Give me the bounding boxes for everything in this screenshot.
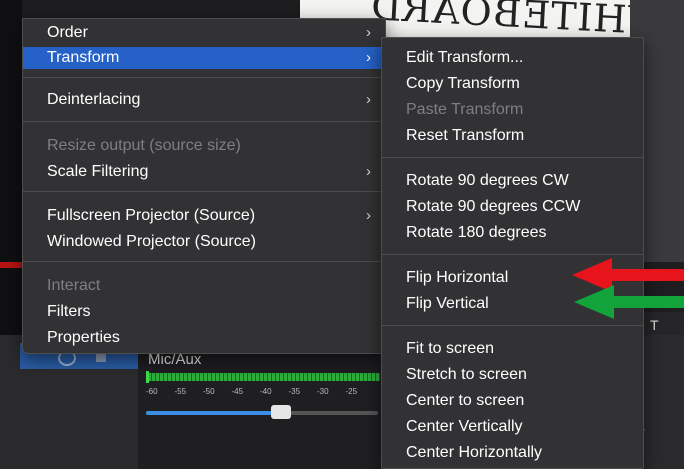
submenu-item-center-horizontally[interactable]: Center Horizontally bbox=[382, 442, 643, 464]
submenu-item-label: Flip Vertical bbox=[406, 295, 489, 312]
menu-item-transform[interactable]: Transform › bbox=[23, 47, 385, 69]
submenu-item-label: Center Horizontally bbox=[406, 444, 543, 461]
volume-slider[interactable] bbox=[146, 405, 378, 419]
submenu-item-center-to-screen[interactable]: Center to screen bbox=[382, 390, 643, 412]
volume-slider-fill bbox=[146, 411, 281, 415]
menu-separator bbox=[382, 157, 643, 158]
submenu-item-label: Paste Transform bbox=[406, 101, 524, 118]
background-label-t: T bbox=[650, 317, 659, 333]
volume-slider-knob[interactable] bbox=[270, 405, 291, 419]
submenu-item-fit-to-screen[interactable]: Fit to screen bbox=[382, 338, 643, 360]
menu-item-label: Resize output (source size) bbox=[47, 137, 241, 154]
meter-tick-label: -40 bbox=[260, 387, 272, 396]
submenu-item-label: Flip Horizontal bbox=[406, 269, 509, 286]
submenu-item-rotate-90-ccw[interactable]: Rotate 90 degrees CCW bbox=[382, 196, 643, 218]
menu-item-filters[interactable]: Filters bbox=[23, 301, 385, 323]
volume-meter-peak bbox=[146, 371, 149, 383]
submenu-item-rotate-90-cw[interactable]: Rotate 90 degrees CW bbox=[382, 170, 643, 192]
source-context-menu: Order › Transform › Deinterlacing › Resi… bbox=[22, 18, 386, 354]
submenu-item-stretch-to-screen[interactable]: Stretch to screen bbox=[382, 364, 643, 386]
menu-separator bbox=[382, 325, 643, 326]
menu-item-deinterlacing[interactable]: Deinterlacing › bbox=[23, 89, 385, 111]
submenu-item-label: Edit Transform... bbox=[406, 49, 524, 66]
meter-tick-label: -35 bbox=[288, 387, 301, 396]
chevron-right-icon: › bbox=[366, 49, 371, 66]
menu-item-windowed-projector[interactable]: Windowed Projector (Source) bbox=[23, 231, 385, 253]
meter-tick-label: -55 bbox=[174, 387, 187, 396]
submenu-item-copy-transform[interactable]: Copy Transform bbox=[382, 73, 643, 95]
submenu-item-label: Rotate 180 degrees bbox=[406, 224, 547, 241]
chevron-right-icon: › bbox=[366, 91, 371, 108]
meter-tick-label: -45 bbox=[231, 387, 244, 396]
audio-mixer: Mic/Aux -60 -55 -50 -45 -40 -35 -30 -25 bbox=[138, 343, 383, 469]
menu-item-interact: Interact bbox=[23, 275, 385, 297]
submenu-item-label: Rotate 90 degrees CCW bbox=[406, 198, 581, 215]
menu-item-label: Scale Filtering bbox=[47, 163, 149, 180]
submenu-item-rotate-180[interactable]: Rotate 180 degrees bbox=[382, 222, 643, 244]
chevron-right-icon: › bbox=[366, 163, 371, 180]
menu-separator bbox=[23, 191, 385, 192]
submenu-item-label: Fit to screen bbox=[406, 340, 495, 357]
menu-item-label: Interact bbox=[47, 277, 101, 294]
menu-item-scale-filtering[interactable]: Scale Filtering › bbox=[23, 161, 385, 183]
menu-item-label: Deinterlacing bbox=[47, 91, 141, 108]
green-arrow-icon bbox=[574, 285, 684, 319]
menu-item-label: Properties bbox=[47, 329, 120, 346]
meter-tick-label: -30 bbox=[317, 387, 329, 396]
menu-item-label: Filters bbox=[47, 303, 91, 320]
chevron-right-icon: › bbox=[366, 24, 371, 41]
submenu-item-paste-transform: Paste Transform bbox=[382, 99, 643, 121]
meter-tick-label: -60 bbox=[146, 387, 158, 396]
menu-separator bbox=[23, 121, 385, 122]
submenu-item-label: Center Vertically bbox=[406, 418, 523, 435]
menu-item-fullscreen-projector[interactable]: Fullscreen Projector (Source) › bbox=[23, 205, 385, 227]
menu-item-label: Transform bbox=[47, 49, 120, 66]
menu-item-label: Order bbox=[47, 24, 88, 41]
menu-separator bbox=[23, 77, 385, 78]
meter-tick-label: -25 bbox=[345, 387, 358, 396]
submenu-item-label: Rotate 90 degrees CW bbox=[406, 172, 569, 189]
submenu-item-edit-transform[interactable]: Edit Transform... bbox=[382, 47, 643, 69]
submenu-item-label: Reset Transform bbox=[406, 127, 525, 144]
menu-separator bbox=[23, 261, 385, 262]
menu-item-order[interactable]: Order › bbox=[23, 22, 385, 44]
menu-item-label: Fullscreen Projector (Source) bbox=[47, 207, 256, 224]
chevron-right-icon: › bbox=[366, 207, 371, 224]
menu-item-resize-output: Resize output (source size) bbox=[23, 135, 385, 157]
submenu-item-reset-transform[interactable]: Reset Transform bbox=[382, 125, 643, 147]
volume-meter bbox=[148, 373, 380, 381]
menu-item-properties[interactable]: Properties bbox=[23, 327, 385, 349]
submenu-item-label: Copy Transform bbox=[406, 75, 520, 92]
menu-separator bbox=[382, 254, 643, 255]
menu-item-label: Windowed Projector (Source) bbox=[47, 233, 256, 250]
submenu-item-label: Stretch to screen bbox=[406, 366, 527, 383]
transform-submenu: Edit Transform... Copy Transform Paste T… bbox=[381, 37, 644, 469]
submenu-item-label: Center to screen bbox=[406, 392, 525, 409]
submenu-item-center-vertically[interactable]: Center Vertically bbox=[382, 416, 643, 438]
meter-tick-label: -50 bbox=[203, 387, 215, 396]
